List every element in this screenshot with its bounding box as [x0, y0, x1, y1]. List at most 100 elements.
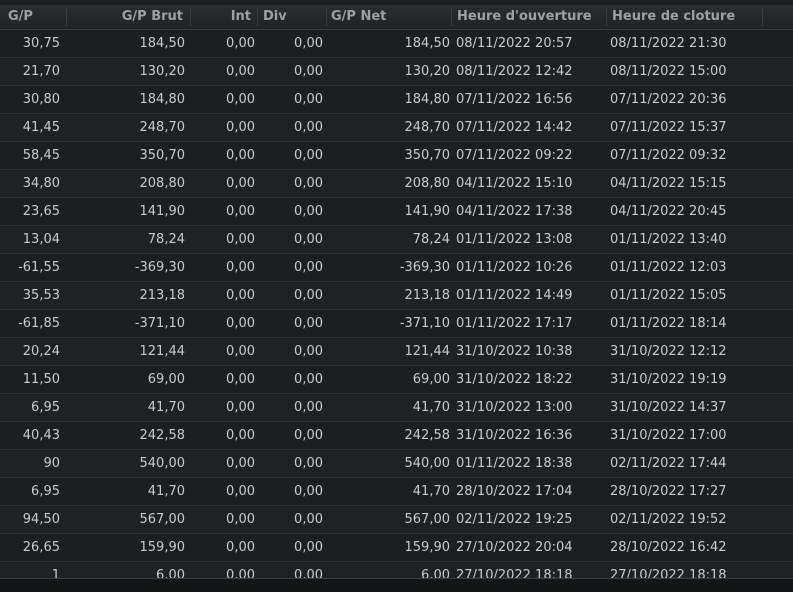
cell-gp-brut: 350,70: [139, 148, 186, 163]
cell-gp: 30,80: [22, 92, 60, 107]
table-row[interactable]: 58,45 350,70 0,00 0,00 350,70 07/11/2022 09:2…: [0, 142, 793, 170]
table-row[interactable]: -61,85 -371,10 0,00 0,00 -371,10 01/11/2022 1…: [0, 310, 793, 338]
column-header-closing-time[interactable]: Heure de cloture: [612, 5, 762, 29]
column-divider[interactable]: [606, 8, 607, 26]
cell-gp: 35,53: [22, 288, 60, 303]
cell-closing-time: 28/10/2022 16:42: [610, 540, 727, 555]
cell-int: 0,00: [226, 232, 255, 247]
column-header-div[interactable]: Div: [263, 5, 323, 29]
table-row[interactable]: 13,04 78,24 0,00 0,00 78,24 01/11/2022 13:08 0…: [0, 226, 793, 254]
cell-gp-net: 184,50: [404, 36, 451, 51]
cell-int: 0,00: [226, 64, 255, 79]
cell-closing-time: 02/11/2022 19:52: [610, 512, 727, 527]
column-divider[interactable]: [257, 8, 258, 26]
table-row[interactable]: 20,24 121,44 0,00 0,00 121,44 31/10/2022 10:3…: [0, 338, 793, 366]
cell-gp-brut: 78,24: [147, 232, 185, 247]
table-row[interactable]: 26,65 159,90 0,00 0,00 159,90 27/10/2022 20:0…: [0, 534, 793, 562]
cell-closing-time: 01/11/2022 12:03: [610, 260, 727, 275]
table-row[interactable]: 30,80 184,80 0,00 0,00 184,80 07/11/2022 16:5…: [0, 86, 793, 114]
table-row[interactable]: 94,50 567,00 0,00 0,00 567,00 02/11/2022 19:2…: [0, 506, 793, 534]
cell-gp: 58,45: [22, 148, 60, 163]
cell-gp-brut: 121,44: [139, 344, 186, 359]
column-divider[interactable]: [762, 8, 763, 26]
cell-closing-time: 27/10/2022 18:18: [610, 568, 727, 578]
cell-gp: 20,24: [22, 344, 60, 359]
cell-div: 0,00: [294, 148, 323, 163]
table-header: G/P G/P Brut Int Div G/P Net Heure d'ouv…: [0, 5, 793, 30]
cell-closing-time: 07/11/2022 15:37: [610, 120, 727, 135]
column-divider[interactable]: [326, 8, 327, 26]
column-header-gp-net[interactable]: G/P Net: [331, 5, 446, 29]
cell-gp-net: 130,20: [404, 64, 451, 79]
column-header-opening-time[interactable]: Heure d'ouverture: [457, 5, 607, 29]
cell-gp: 40,43: [22, 428, 60, 443]
cell-opening-time: 31/10/2022 16:36: [456, 428, 573, 443]
cell-div: 0,00: [294, 484, 323, 499]
cell-opening-time: 02/11/2022 19:25: [456, 512, 573, 527]
cell-gp-brut: 208,80: [139, 176, 186, 191]
cell-int: 0,00: [226, 260, 255, 275]
column-header-gp-brut[interactable]: G/P Brut: [66, 5, 183, 29]
cell-int: 0,00: [226, 92, 255, 107]
cell-gp-net: 121,44: [404, 344, 451, 359]
column-header-int[interactable]: Int: [190, 5, 251, 29]
table-row[interactable]: 41,45 248,70 0,00 0,00 248,70 07/11/2022 14:4…: [0, 114, 793, 142]
cell-gp-net: 350,70: [404, 148, 451, 163]
cell-opening-time: 08/11/2022 20:57: [456, 36, 573, 51]
cell-gp-net: -369,30: [399, 260, 450, 275]
table-row[interactable]: 21,70 130,20 0,00 0,00 130,20 08/11/2022 12:4…: [0, 58, 793, 86]
cell-gp-net: 41,70: [412, 484, 450, 499]
cell-int: 0,00: [226, 36, 255, 51]
cell-gp: 21,70: [22, 64, 60, 79]
table-row[interactable]: 11,50 69,00 0,00 0,00 69,00 31/10/2022 18:22 3…: [0, 366, 793, 394]
cell-closing-time: 01/11/2022 13:40: [610, 232, 727, 247]
cell-gp-net: -371,10: [399, 316, 450, 331]
column-header-gp[interactable]: G/P: [8, 5, 60, 29]
cell-opening-time: 07/11/2022 14:42: [456, 120, 573, 135]
cell-int: 0,00: [226, 316, 255, 331]
table-row[interactable]: 1 6,00 0,00 0,00 6,00 27/10/2022 18:18 27/10/2…: [0, 562, 793, 578]
cell-gp-brut: 248,70: [139, 120, 186, 135]
cell-opening-time: 31/10/2022 10:38: [456, 344, 573, 359]
cell-opening-time: 01/11/2022 17:17: [456, 316, 573, 331]
table-row[interactable]: 90 540,00 0,00 0,00 540,00 01/11/2022 18:38 02…: [0, 450, 793, 478]
cell-gp-brut: 141,90: [139, 204, 186, 219]
cell-closing-time: 08/11/2022 21:30: [610, 36, 727, 51]
cell-gp-brut: 6,00: [156, 568, 185, 578]
cell-div: 0,00: [294, 232, 323, 247]
cell-int: 0,00: [226, 372, 255, 387]
cell-closing-time: 07/11/2022 09:32: [610, 148, 727, 163]
cell-div: 0,00: [294, 204, 323, 219]
cell-int: 0,00: [226, 568, 255, 578]
cell-gp-brut: 69,00: [147, 372, 185, 387]
table-row[interactable]: 35,53 213,18 0,00 0,00 213,18 01/11/2022 14:4…: [0, 282, 793, 310]
cell-opening-time: 01/11/2022 10:26: [456, 260, 573, 275]
column-divider[interactable]: [451, 8, 452, 26]
cell-opening-time: 01/11/2022 18:38: [456, 456, 573, 471]
table-row[interactable]: -61,55 -369,30 0,00 0,00 -369,30 01/11/2022 1…: [0, 254, 793, 282]
table-row[interactable]: 23,65 141,90 0,00 0,00 141,90 04/11/2022 17:3…: [0, 198, 793, 226]
table-row[interactable]: 6,95 41,70 0,00 0,00 41,70 28/10/2022 17:04 28…: [0, 478, 793, 506]
cell-opening-time: 04/11/2022 15:10: [456, 176, 573, 191]
cell-gp: 30,75: [22, 36, 60, 51]
table-row[interactable]: 40,43 242,58 0,00 0,00 242,58 31/10/2022 16:3…: [0, 422, 793, 450]
cell-closing-time: 04/11/2022 20:45: [610, 204, 727, 219]
cell-gp-brut: 242,58: [139, 428, 186, 443]
cell-div: 0,00: [294, 92, 323, 107]
cell-closing-time: 31/10/2022 19:19: [610, 372, 727, 387]
table-row[interactable]: 34,80 208,80 0,00 0,00 208,80 04/11/2022 15:1…: [0, 170, 793, 198]
cell-gp-brut: 184,50: [139, 36, 186, 51]
table-row[interactable]: 6,95 41,70 0,00 0,00 41,70 31/10/2022 13:00 31…: [0, 394, 793, 422]
cell-int: 0,00: [226, 288, 255, 303]
cell-closing-time: 31/10/2022 12:12: [610, 344, 727, 359]
cell-gp-brut: 159,90: [139, 540, 186, 555]
cell-int: 0,00: [226, 512, 255, 527]
cell-gp: 26,65: [22, 540, 60, 555]
cell-int: 0,00: [226, 344, 255, 359]
cell-closing-time: 07/11/2022 20:36: [610, 92, 727, 107]
cell-gp-brut: -371,10: [134, 316, 185, 331]
cell-div: 0,00: [294, 428, 323, 443]
table-body: 30,75 184,50 0,00 0,00 184,50 08/11/2022 20:5…: [0, 30, 793, 578]
table-row[interactable]: 30,75 184,50 0,00 0,00 184,50 08/11/2022 20:5…: [0, 30, 793, 58]
horizontal-scrollbar[interactable]: [0, 578, 793, 592]
